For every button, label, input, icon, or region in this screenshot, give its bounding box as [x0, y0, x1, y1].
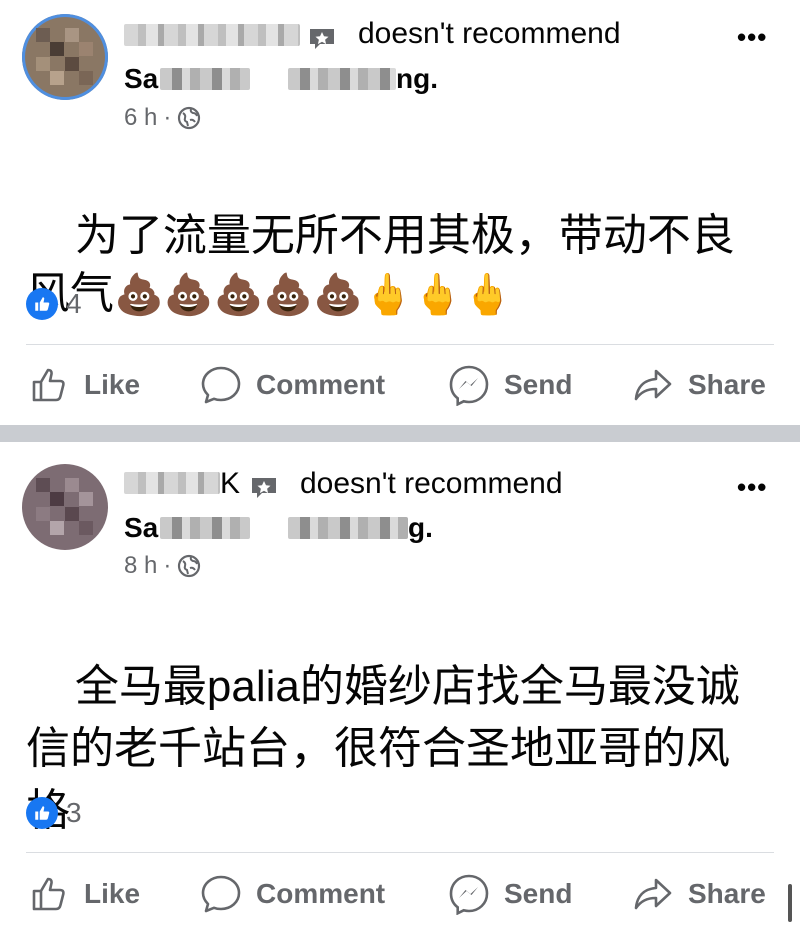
thumbs-up-icon [32, 368, 65, 402]
post-text: 全马最palia的婚纱店找全马最没诚信的老千站台，很符合圣地亚哥的风格 [26, 594, 748, 905]
recommendation-status: doesn't recommend [358, 17, 621, 50]
globe-icon [178, 554, 201, 578]
post-body: 全马最palia的婚纱店找全马最没诚信的老千站台，很符合圣地亚哥的风格 [26, 662, 740, 835]
avatar[interactable] [22, 14, 108, 100]
thumbs-up-icon [26, 797, 58, 829]
divider [26, 852, 774, 853]
reaction-summary[interactable]: 4 [26, 288, 82, 320]
page-name-redacted[interactable] [288, 68, 396, 90]
thumbs-up-icon [26, 288, 58, 320]
star-badge-icon [252, 478, 276, 498]
page-name-prefix[interactable]: Sa [124, 63, 158, 95]
page-name-suffix[interactable]: g. [408, 512, 433, 544]
comment-button[interactable]: Comment [200, 355, 385, 415]
action-bar: Like Comment Send Share [0, 355, 800, 415]
share-label: Share [688, 878, 766, 909]
scrollbar-thumb[interactable] [788, 884, 792, 922]
share-button[interactable]: Share [632, 355, 766, 415]
send-button[interactable]: Send [448, 355, 572, 415]
post-meta: 6 h · [124, 104, 201, 132]
timestamp[interactable]: 8 h [124, 552, 157, 580]
reaction-count: 3 [66, 797, 82, 828]
feed-separator [0, 425, 800, 442]
share-label: Share [688, 369, 766, 400]
comment-icon [201, 875, 241, 913]
reaction-summary[interactable]: 3 [26, 797, 82, 829]
author-name-suffix: K [220, 467, 241, 500]
post-meta: 8 h · [124, 552, 201, 580]
comment-button[interactable]: Comment [200, 864, 385, 924]
star-badge-icon [310, 29, 334, 49]
meta-dot: · [163, 552, 172, 579]
send-button[interactable]: Send [448, 864, 572, 924]
messenger-icon [449, 365, 489, 406]
comment-icon [201, 366, 241, 404]
messenger-icon [449, 874, 489, 915]
meta-dot: · [163, 104, 172, 131]
like-button[interactable]: Like [30, 864, 140, 924]
reaction-count: 4 [66, 288, 82, 319]
more-options-icon[interactable]: ••• [737, 22, 767, 53]
share-icon [634, 369, 672, 401]
comment-label: Comment [256, 878, 386, 909]
divider [26, 344, 774, 345]
page-name-prefix[interactable]: Sa [124, 512, 158, 544]
author-name-redacted[interactable] [124, 472, 220, 494]
post-card: doesn't recommend ••• Sa ng. 6 h · 为了流量无… [0, 0, 800, 425]
more-options-icon[interactable]: ••• [737, 472, 767, 503]
author-name-redacted[interactable] [124, 24, 300, 46]
avatar[interactable] [22, 464, 108, 550]
like-button[interactable]: Like [30, 355, 140, 415]
share-button[interactable]: Share [632, 864, 766, 924]
comment-label: Comment [256, 369, 386, 400]
like-label: Like [84, 369, 141, 400]
post-text: 为了流量无所不用其极，带动不良风气💩💩💩💩💩🖕🖕🖕 [26, 149, 760, 382]
page-name-redacted[interactable] [160, 517, 250, 539]
send-label: Send [504, 369, 573, 400]
page-name-redacted[interactable] [160, 68, 250, 90]
like-label: Like [84, 878, 141, 909]
share-icon [634, 878, 672, 910]
page-name-suffix[interactable]: ng. [396, 63, 438, 95]
thumbs-up-icon [32, 877, 65, 911]
send-label: Send [504, 878, 573, 909]
globe-icon [178, 106, 201, 130]
page-name-redacted[interactable] [288, 517, 408, 539]
recommendation-status: doesn't recommend [300, 467, 563, 500]
post-card: K doesn't recommend ••• Sa g. 8 h · 全马最p… [0, 442, 800, 930]
emoji-sequence: 💩💩💩💩💩🖕🖕🖕 [114, 273, 513, 317]
timestamp[interactable]: 6 h [124, 104, 157, 132]
action-bar: Like Comment Send Share [0, 864, 800, 924]
